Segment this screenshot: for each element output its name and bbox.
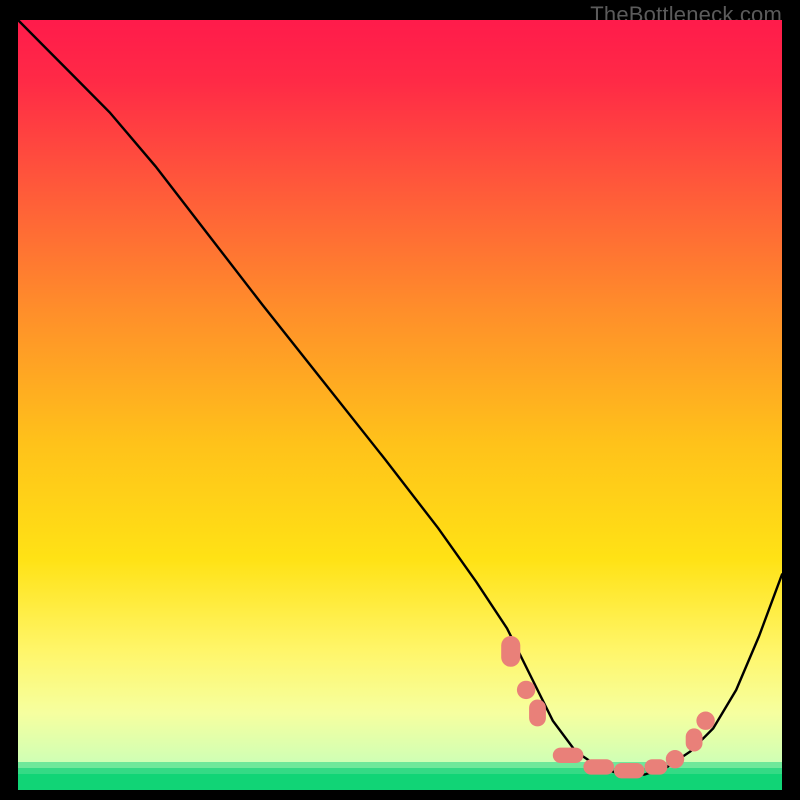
marker-dot	[696, 712, 714, 730]
chart-frame: TheBottleneck.com	[18, 20, 782, 790]
marker-pill	[614, 763, 645, 778]
marker-pill	[529, 700, 546, 727]
marker-dot	[517, 681, 535, 699]
bottleneck-chart	[18, 20, 782, 790]
chart-background-gradient	[18, 20, 782, 790]
marker-pill	[501, 636, 520, 667]
marker-pill	[686, 728, 703, 751]
marker-pill	[553, 748, 584, 763]
marker-pill	[645, 759, 668, 774]
marker-dot	[666, 750, 684, 768]
marker-pill	[583, 759, 614, 774]
